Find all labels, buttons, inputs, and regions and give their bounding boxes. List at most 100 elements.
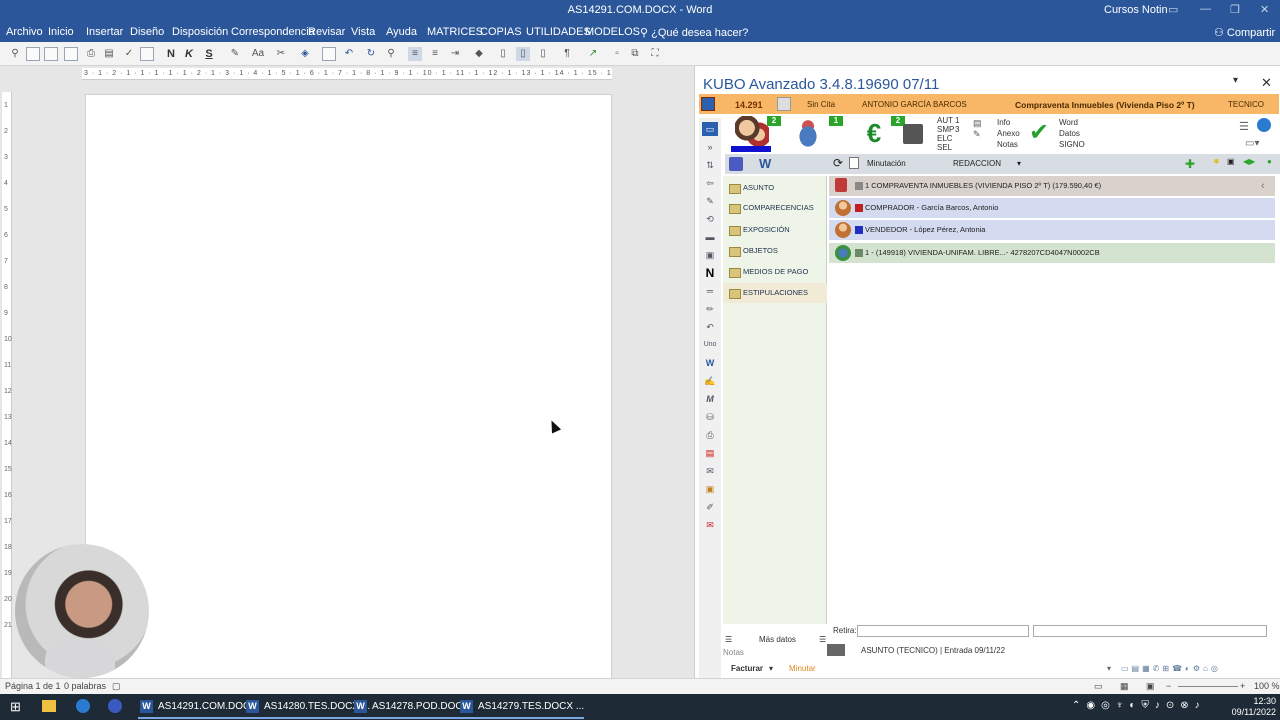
tab-inicio[interactable]: Inicio (48, 26, 74, 38)
navigate-icon[interactable]: ◀▶ (1243, 157, 1255, 166)
property-icon[interactable] (791, 116, 825, 150)
folder-tool-icon[interactable]: ▬ (702, 230, 718, 244)
system-tray-icons[interactable]: ⌃◉◎♆◐⛨♪⊙⊗♪ (1072, 700, 1206, 711)
book-icon[interactable] (729, 157, 743, 171)
checkmark-icon[interactable]: ✔ (1029, 118, 1049, 148)
word-tool-icon[interactable]: W (702, 356, 718, 370)
word-count[interactable]: 0 palabras (64, 681, 106, 691)
word-icon[interactable]: ◈ (298, 47, 312, 61)
tool-window-icon[interactable]: ▭ (702, 122, 718, 136)
undo-tool-icon[interactable]: ↶ (702, 320, 718, 334)
tab-copias[interactable]: COPIAS (480, 26, 522, 38)
italic-button[interactable]: K (182, 47, 196, 61)
zoom-in-icon[interactable]: + (1240, 681, 1245, 691)
back-arrow-icon[interactable]: ⇦ (702, 176, 718, 190)
nav-asunto[interactable]: ASUNTO (723, 178, 827, 198)
reload-icon[interactable]: ⟳ (833, 156, 843, 170)
align-justify-icon[interactable]: ≡ (408, 47, 422, 61)
document-icon[interactable]: ▫ (610, 47, 624, 61)
code-smp[interactable]: SMP (937, 125, 954, 134)
client-name[interactable]: ANTONIO GARCÍA BARCOS (862, 100, 967, 109)
calendar-icon[interactable] (777, 97, 791, 111)
stamp-tool-icon[interactable]: ⛁ (702, 410, 718, 424)
preview-icon[interactable]: ▤ (102, 47, 116, 61)
track-changes-icon[interactable]: ↗ (586, 47, 600, 61)
undo-icon[interactable]: ↶ (342, 47, 356, 61)
pdf-icon[interactable]: ▤ (702, 446, 718, 460)
menu-right-icon[interactable]: ☰ (819, 635, 826, 644)
minutacion-label[interactable]: Minutación (867, 159, 906, 168)
format-painter-icon[interactable]: ✂ (274, 47, 288, 61)
print-icon[interactable]: ⎙ (84, 47, 98, 61)
edit-icon[interactable]: ✎ (702, 194, 718, 208)
code-elc[interactable]: ELC (937, 134, 953, 143)
nav-comparecencias[interactable]: COMPARECENCIAS (723, 198, 827, 218)
tell-me-search[interactable]: ⚲ ¿Qué desea hacer? (640, 26, 748, 39)
pilcrow-button[interactable]: ¶ (560, 47, 574, 61)
file-explorer-icon[interactable] (42, 700, 56, 712)
footer-dropdown-icon[interactable]: ▾ (1107, 664, 1111, 673)
mail-icon[interactable]: ✉ (702, 464, 718, 478)
open-folder-icon[interactable] (64, 47, 78, 61)
retira-select[interactable] (857, 625, 1029, 637)
clock[interactable]: 12:30 09/11/2022 (1230, 696, 1276, 718)
nav-objetos[interactable]: OBJETOS (723, 241, 827, 261)
tab-utilidades[interactable]: UTILIDADES (526, 26, 591, 38)
close-icon[interactable]: ✕ (1260, 3, 1269, 16)
minimize-icon[interactable]: — (1200, 3, 1211, 15)
notas-field[interactable]: Notas (723, 648, 744, 657)
nav-exposicion[interactable]: EXPOSICIÓN (723, 220, 827, 240)
sort-icon[interactable]: ⇅ (702, 158, 718, 172)
proofing-icon[interactable]: ▢ (112, 681, 121, 692)
indent-icon[interactable]: ⇥ (448, 47, 462, 61)
code-aut[interactable]: AUT (937, 116, 953, 125)
equals-icon[interactable]: ═ (702, 284, 718, 298)
tab-matrices[interactable]: MATRICES (427, 26, 483, 38)
two-pages-icon[interactable]: ▯ (536, 47, 550, 61)
tab-archivo[interactable]: Archivo (6, 26, 43, 38)
case-number[interactable]: 14.291 (735, 100, 763, 110)
n-tool-icon[interactable]: N (702, 266, 718, 280)
nav-estipulaciones[interactable]: ESTIPULACIONES (723, 283, 827, 303)
word-link[interactable]: Word (1059, 117, 1078, 128)
tab-diseno[interactable]: Diseño (130, 26, 164, 38)
notas-link[interactable]: Notas (997, 139, 1018, 150)
horizontal-ruler[interactable]: 3 · 1 · 2 · 1 · 1 · 1 · 1 · 1 · 2 · 1 · … (82, 68, 612, 80)
paste-icon[interactable] (322, 47, 336, 61)
comparecientes-icon[interactable] (735, 116, 769, 150)
code-sel[interactable]: SEL (937, 143, 952, 152)
font-size-button[interactable]: Aa (248, 47, 268, 61)
tab-revisar[interactable]: Revisar (308, 26, 345, 38)
highlight-icon[interactable]: ✎ (228, 47, 242, 61)
gmail-icon[interactable]: ✉ (702, 518, 718, 532)
new-document-icon[interactable] (44, 47, 58, 61)
minutar-button[interactable]: Minutar (789, 664, 816, 673)
redaccion-dropdown-icon[interactable]: ▾ (1017, 159, 1021, 168)
uno-icon[interactable]: Uno (702, 338, 718, 352)
case-role[interactable]: TECNICO (1228, 100, 1264, 109)
document-dropdown-icon[interactable]: ▭▾ (1245, 138, 1259, 149)
anexo-link[interactable]: Anexo (997, 128, 1020, 139)
content-row-asunto[interactable]: 1 COMPRAVENTA INMUEBLES (VIVIENDA PISO 2… (829, 176, 1275, 196)
zoom-level[interactable]: 100 % (1254, 681, 1280, 691)
content-row-vendedor[interactable]: VENDEDOR - López Pérez, Antonia (829, 220, 1275, 240)
ribbon-display-options-icon[interactable]: ▭ (1168, 3, 1178, 16)
retira-input[interactable] (1033, 625, 1267, 637)
stamp-icon[interactable]: ⛶ (648, 47, 662, 61)
footer-tool-icons[interactable]: ▭▤▦✆⊞☎◐⚙⌂◎ (1121, 664, 1221, 673)
lightbulb-tool-icon[interactable]: ✸ (1213, 157, 1220, 166)
m-tool-icon[interactable]: M (702, 392, 718, 406)
document-page[interactable] (85, 94, 612, 684)
save-view-icon[interactable]: ▣ (1227, 157, 1235, 166)
app-icon[interactable] (76, 699, 90, 713)
info-link[interactable]: Info (997, 117, 1010, 128)
vertical-ruler[interactable]: 1 2 3 4 5 6 7 8 9 10 11 12 13 14 15 16 1… (2, 92, 12, 678)
tab-disposicion[interactable]: Disposición (172, 26, 228, 38)
zoom-slider[interactable] (1178, 686, 1238, 687)
print-layout-icon[interactable]: ▦ (1120, 681, 1129, 692)
redaccion-select[interactable]: REDACCION (953, 159, 1001, 168)
page-layout-icon[interactable]: ▯ (516, 47, 530, 61)
taskbar-doc-1[interactable]: AS14291.COM.DOC... (138, 697, 259, 719)
collapse-icon[interactable]: ‹ (1261, 176, 1265, 196)
zoom-out-icon[interactable]: − (1166, 681, 1171, 691)
